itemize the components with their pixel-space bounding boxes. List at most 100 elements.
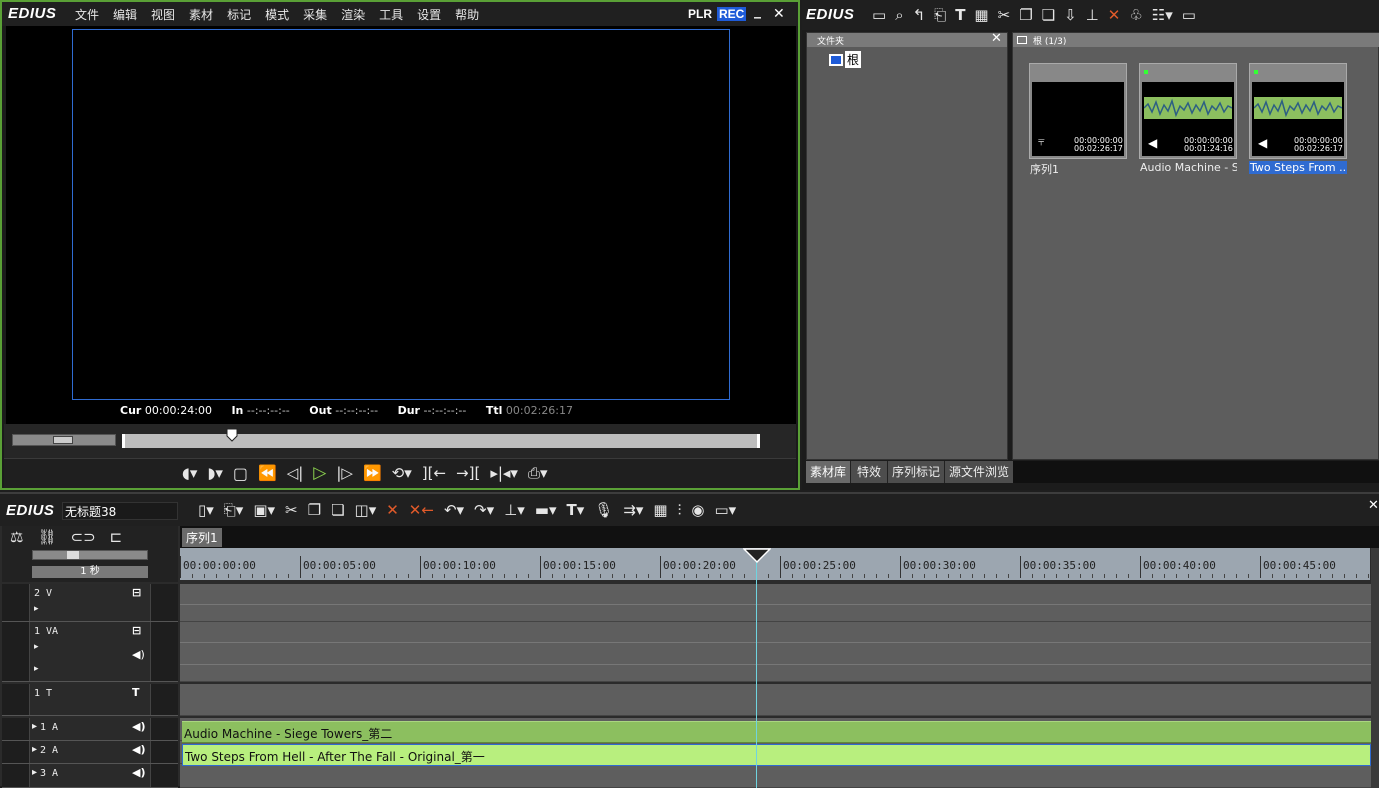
link-icon[interactable]: ⛓ [37, 528, 56, 546]
tab-sequence-markers[interactable]: 序列标记 [888, 461, 946, 483]
minimize-button[interactable]: _ [754, 3, 761, 19]
delete-icon[interactable]: ✕ [1108, 6, 1121, 24]
track-patch-column[interactable] [150, 741, 178, 763]
track-patch-column[interactable] [150, 622, 178, 681]
vectorscope-icon[interactable]: ◉ [691, 501, 704, 519]
bin-menu-icon[interactable]: ▭ [1182, 6, 1196, 24]
speaker-icon[interactable]: ◀) [132, 720, 146, 733]
step-forward-icon[interactable]: |▷ [336, 464, 353, 482]
sync-icon[interactable]: ▬▾ [535, 501, 557, 519]
mixer-icon[interactable]: ⫶ [678, 501, 682, 519]
timeline-menu-icon[interactable]: ▭▾ [714, 501, 736, 519]
ripple-delete-icon[interactable]: ✕← [409, 501, 434, 519]
menu-tools[interactable]: 工具 [379, 8, 403, 22]
track-lane[interactable] [180, 584, 1371, 622]
search-icon[interactable]: ⌕ [895, 6, 903, 24]
track-patch-column[interactable] [150, 584, 178, 621]
expand-arrow-icon[interactable]: ▸ [34, 664, 39, 674]
track-header[interactable]: 1 VA ▸ ⊟ ◀) ▸ [2, 622, 178, 682]
ripple-icon[interactable]: ◫▾ [355, 501, 377, 519]
expand-arrow-icon[interactable]: ▸ [32, 767, 37, 778]
output-icon[interactable]: ⎙▾ [528, 464, 548, 482]
scale-select[interactable]: 1 秒 [32, 566, 148, 578]
position-bar[interactable] [122, 428, 760, 448]
track-header[interactable]: 2 V ▸ ⊟ [2, 584, 178, 622]
track-patch-column[interactable] [150, 764, 178, 787]
menu-help[interactable]: 帮助 [455, 8, 479, 22]
timeline-close-button[interactable]: ✕ [1368, 498, 1379, 513]
track-header[interactable]: 1 A ▸ ◀) [2, 718, 178, 741]
close-button[interactable]: ✕ [773, 6, 785, 22]
tab-source-browser[interactable]: 源文件浏览 [945, 461, 1014, 483]
video-toggle-icon[interactable]: ⊟ [132, 624, 141, 637]
cut-icon[interactable]: ✂ [998, 6, 1011, 24]
vertical-scrollbar[interactable] [1371, 548, 1379, 788]
clip-audio-1[interactable]: Audio Machine - Siege Towers_第二 [182, 721, 1371, 743]
shuttle-knob[interactable] [53, 436, 73, 444]
timeline-cursor-head[interactable] [743, 548, 771, 564]
sync-lock-icon[interactable]: ⊂⊃ [71, 528, 96, 546]
play-icon[interactable]: ▷ [313, 463, 326, 483]
folder-view-icon[interactable]: ▭ [872, 6, 886, 24]
track-lock-column[interactable] [2, 764, 30, 787]
title-icon[interactable]: T [955, 6, 965, 24]
set-out-icon[interactable]: ◗▾ [207, 464, 222, 482]
view-mode-icon[interactable]: ☷▾ [1152, 6, 1173, 24]
tab-effects[interactable]: 特效 [851, 461, 889, 483]
clip-name[interactable]: Two Steps From ... [1249, 161, 1347, 174]
set-in-icon[interactable]: ◖▾ [182, 464, 197, 482]
shuttle-slider[interactable] [12, 434, 116, 446]
fast-forward-icon[interactable]: ⏩ [363, 464, 382, 482]
up-folder-icon[interactable]: ↰ [913, 6, 926, 24]
speaker-icon[interactable]: ◀) [132, 648, 145, 661]
overwrite-timeline-icon[interactable]: →][ [456, 464, 480, 482]
clip-thumbnail[interactable]: ◀ 00:00:00:00 00:02:26:17 [1249, 63, 1347, 159]
sequence-tab[interactable]: 序列1 [182, 528, 222, 547]
menu-capture[interactable]: 采集 [303, 8, 327, 22]
clip-name[interactable]: 序列1 [1029, 161, 1127, 177]
title-track-icon[interactable]: T [132, 686, 140, 699]
speaker-icon[interactable]: ◀) [132, 766, 146, 779]
step-back-icon[interactable]: ◁| [287, 464, 304, 482]
track-header[interactable]: 2 A ▸ ◀) [2, 741, 178, 764]
microphone-icon[interactable]: 🎙 [594, 501, 613, 519]
time-ruler[interactable]: 00:00:00:00 00:00:05:00 00:00:10:00 00:00:1… [180, 548, 1370, 580]
zoom-knob[interactable] [67, 551, 79, 559]
track-patch-column[interactable] [150, 684, 178, 715]
import-icon[interactable]: ⎗ [934, 6, 946, 24]
track-lane[interactable] [180, 684, 1371, 716]
menu-render[interactable]: 渲染 [341, 8, 365, 22]
zoom-slider[interactable] [32, 550, 148, 560]
folder-panel-close[interactable]: ✕ [991, 31, 1002, 46]
expand-arrow-icon[interactable]: ▸ [32, 721, 37, 732]
root-folder[interactable]: 根 [829, 51, 862, 68]
menu-settings[interactable]: 设置 [417, 8, 441, 22]
timeline-cursor[interactable] [756, 556, 757, 788]
undo-icon[interactable]: ↶▾ [444, 501, 464, 519]
timeline-paste-icon[interactable]: ❏ [331, 501, 344, 519]
title-tool-icon[interactable]: T▾ [566, 501, 584, 519]
expand-arrow-icon[interactable]: ▸ [32, 744, 37, 755]
expand-arrow-icon[interactable]: ▸ [34, 642, 39, 652]
menu-mode[interactable]: 模式 [265, 8, 289, 22]
timeline-cut-icon[interactable]: ✂ [285, 501, 298, 519]
redo-icon[interactable]: ↷▾ [474, 501, 494, 519]
menu-file[interactable]: 文件 [75, 8, 99, 22]
video-toggle-icon[interactable]: ⊟ [132, 586, 141, 599]
track-lock-column[interactable] [2, 741, 30, 763]
snap-icon[interactable]: ⊏ [110, 528, 123, 546]
track-patch-column[interactable] [150, 718, 178, 740]
clip-thumbnail[interactable]: ⫧ 00:00:00:00 00:02:26:17 [1029, 63, 1127, 159]
menu-edit[interactable]: 编辑 [113, 8, 137, 22]
color-bar-icon[interactable]: ▦ [974, 6, 988, 24]
expand-arrow-icon[interactable]: ▸ [34, 604, 39, 614]
timeline-copy-icon[interactable]: ❐ [308, 501, 321, 519]
properties-icon[interactable]: ♧ [1129, 6, 1142, 24]
rec-button[interactable]: REC [717, 7, 747, 21]
insert-clip-icon[interactable]: ⊥ [1086, 6, 1099, 24]
track-header[interactable]: 3 A ▸ ◀) [2, 764, 178, 788]
stop-icon[interactable]: ▢ [233, 464, 248, 483]
clip-thumbnail[interactable]: ◀ 00:00:00:00 00:01:24:16 [1139, 63, 1237, 159]
menu-view[interactable]: 视图 [151, 8, 175, 22]
rewind-icon[interactable]: ⏪ [258, 464, 277, 482]
